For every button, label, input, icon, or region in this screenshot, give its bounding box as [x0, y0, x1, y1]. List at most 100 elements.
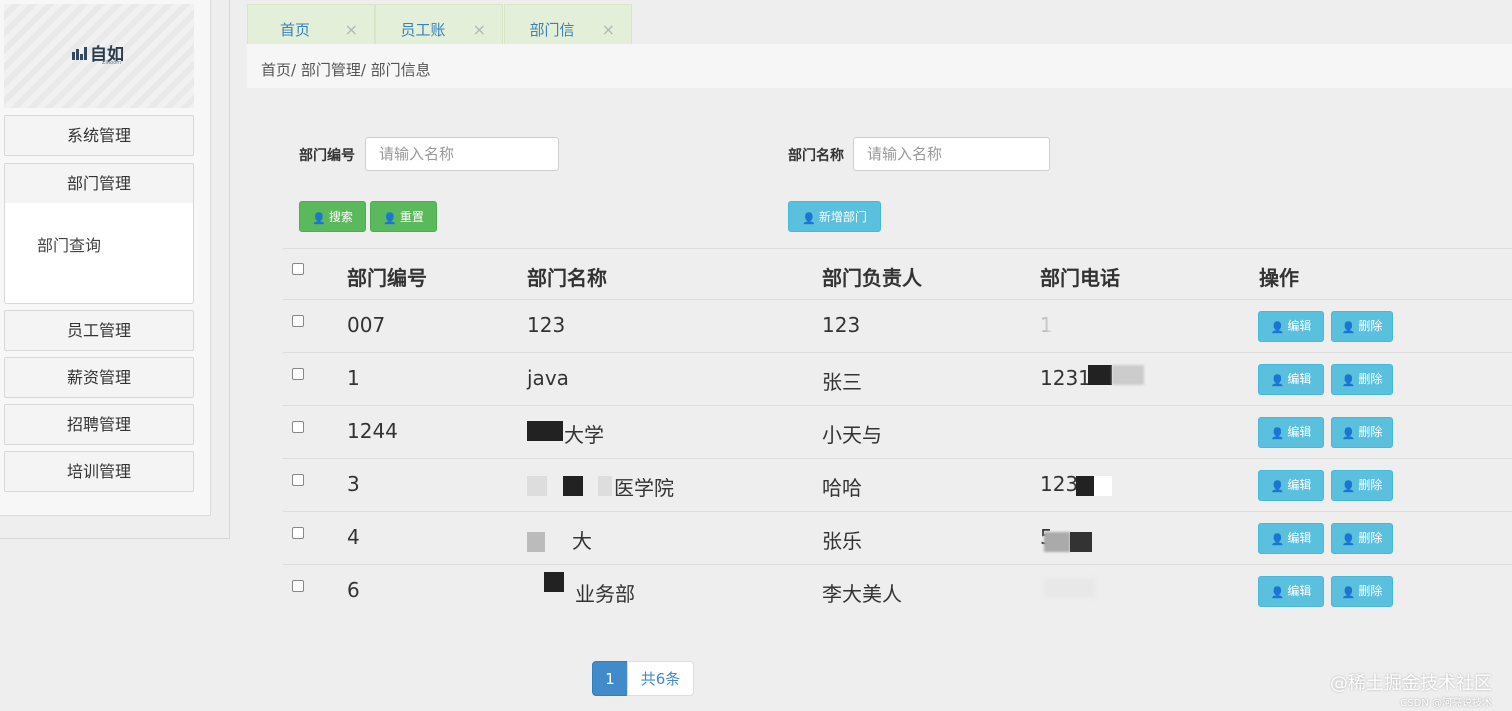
logo-area: 自如 ZIRoom: [4, 4, 194, 108]
col-header-actions: 操作: [1259, 266, 1299, 290]
sidebar-item-salary[interactable]: 薪资管理: [4, 357, 194, 398]
breadcrumb: 首页/ 部门管理/ 部门信息: [261, 61, 431, 79]
sidebar-item-label: 招聘管理: [66, 415, 131, 434]
add-department-button[interactable]: 👤 新增部门: [788, 201, 881, 232]
sidebar-item-employee[interactable]: 员工管理: [4, 310, 194, 351]
delete-button[interactable]: 👤 删除: [1331, 523, 1393, 554]
redacted-mark: [1094, 476, 1112, 496]
col-header-name: 部门名称: [527, 266, 607, 290]
redacted-mark: [1112, 365, 1144, 385]
reset-button[interactable]: 👤 重置: [370, 201, 437, 232]
row-divider: [283, 458, 1512, 459]
edit-label: 编辑: [1287, 425, 1312, 439]
sidebar-item-system[interactable]: 系统管理: [4, 115, 194, 156]
cell-dept-name: 医学院: [614, 476, 674, 500]
delete-button[interactable]: 👤 删除: [1331, 311, 1393, 342]
edit-button[interactable]: 👤 编辑: [1258, 470, 1324, 501]
sidebar-item-department[interactable]: 部门管理: [4, 163, 194, 204]
user-icon: 👤: [1270, 321, 1285, 334]
user-icon: 👤: [1270, 480, 1285, 493]
redacted-mark: [1070, 532, 1092, 552]
delete-label: 删除: [1358, 425, 1383, 439]
edit-label: 编辑: [1287, 584, 1312, 598]
cell-dept-no: 007: [347, 313, 386, 337]
close-icon[interactable]: ×: [602, 20, 615, 39]
tab-label: 首页: [279, 21, 310, 39]
user-icon: 👤: [1341, 321, 1356, 334]
brand-sub: ZIRoom: [102, 60, 122, 66]
redacted-mark: [544, 572, 564, 592]
col-header-leader: 部门负责人: [822, 266, 922, 290]
add-button-label: 新增部门: [818, 210, 867, 224]
user-icon: 👤: [802, 212, 816, 225]
tab-home[interactable]: 首页 ×: [247, 4, 375, 46]
delete-button[interactable]: 👤 删除: [1331, 576, 1393, 607]
row-checkbox[interactable]: [292, 315, 304, 327]
user-icon: 👤: [312, 212, 326, 225]
user-icon: 👤: [1270, 586, 1285, 599]
dept-no-input[interactable]: 请输入名称: [365, 137, 559, 171]
breadcrumb-bar: 首页/ 部门管理/ 部门信息: [247, 44, 1512, 88]
edit-button[interactable]: 👤 编辑: [1258, 417, 1324, 448]
cell-phone: 123: [1040, 472, 1079, 496]
row-checkbox[interactable]: [292, 580, 304, 592]
dept-name-input[interactable]: 请输入名称: [853, 137, 1050, 171]
delete-button[interactable]: 👤 删除: [1331, 470, 1393, 501]
delete-button[interactable]: 👤 删除: [1331, 417, 1393, 448]
redacted-mark: [1088, 365, 1112, 385]
user-icon: 👤: [1341, 427, 1356, 440]
redacted-mark: [527, 421, 563, 441]
delete-label: 删除: [1358, 372, 1383, 386]
edit-button[interactable]: 👤 编辑: [1258, 364, 1324, 395]
user-icon: 👤: [1341, 533, 1356, 546]
watermark-juejin: @稀土掘金技术社区: [1330, 673, 1492, 694]
select-all-checkbox[interactable]: [292, 263, 304, 275]
row-checkbox[interactable]: [292, 474, 304, 486]
close-icon[interactable]: ×: [345, 20, 358, 39]
delete-button[interactable]: 👤 删除: [1331, 364, 1393, 395]
row-checkbox[interactable]: [292, 527, 304, 539]
sidebar-item-training[interactable]: 培训管理: [4, 451, 194, 492]
tab-employee-account[interactable]: 员工账号 ×: [375, 4, 503, 61]
submenu-department: 部门查询: [4, 203, 194, 304]
row-checkbox[interactable]: [292, 368, 304, 380]
sidebar-item-label: 员工管理: [66, 321, 131, 340]
redacted-mark: [527, 532, 545, 552]
submenu-item-dept-query[interactable]: 部门查询: [37, 232, 101, 256]
redacted-mark: [1044, 578, 1096, 598]
cell-dept-no: 1244: [347, 419, 398, 443]
cell-dept-name: 大学: [564, 423, 604, 447]
sidebar-item-recruit[interactable]: 招聘管理: [4, 404, 194, 445]
redacted-mark: [598, 476, 612, 496]
tab-department-info[interactable]: 部门信息 ×: [504, 4, 632, 61]
row-checkbox[interactable]: [292, 421, 304, 433]
cell-dept-no: 6: [347, 578, 360, 602]
row-divider: [283, 352, 1512, 353]
pagination-current-page[interactable]: 1: [592, 661, 628, 696]
cell-phone: 1231: [1040, 366, 1091, 390]
edit-button[interactable]: 👤 编辑: [1258, 576, 1324, 607]
sidebar-item-label: 系统管理: [66, 126, 131, 145]
user-icon: 👤: [1270, 533, 1285, 546]
redacted-mark: [527, 476, 547, 496]
pagination-total: 共6条: [627, 661, 694, 696]
edit-button[interactable]: 👤 编辑: [1258, 311, 1324, 342]
edit-label: 编辑: [1287, 319, 1312, 333]
row-divider: [283, 299, 1512, 300]
delete-label: 删除: [1358, 478, 1383, 492]
dept-no-label: 部门编号: [299, 148, 355, 164]
row-divider: [283, 511, 1512, 512]
search-button[interactable]: 👤 搜索: [299, 201, 366, 232]
redacted-mark: [563, 476, 583, 496]
edit-button[interactable]: 👤 编辑: [1258, 523, 1324, 554]
col-header-phone: 部门电话: [1040, 266, 1120, 290]
cell-leader: 小天与: [822, 423, 882, 447]
redacted-mark: [1076, 476, 1094, 496]
sidebar-item-label: 薪资管理: [66, 368, 131, 387]
user-icon: 👤: [383, 212, 397, 225]
brand-logo: 自如 ZIRoom: [72, 40, 124, 66]
cell-dept-no: 4: [347, 525, 360, 549]
user-icon: 👤: [1341, 374, 1356, 387]
close-icon[interactable]: ×: [473, 20, 486, 39]
row-divider: [283, 564, 1512, 565]
